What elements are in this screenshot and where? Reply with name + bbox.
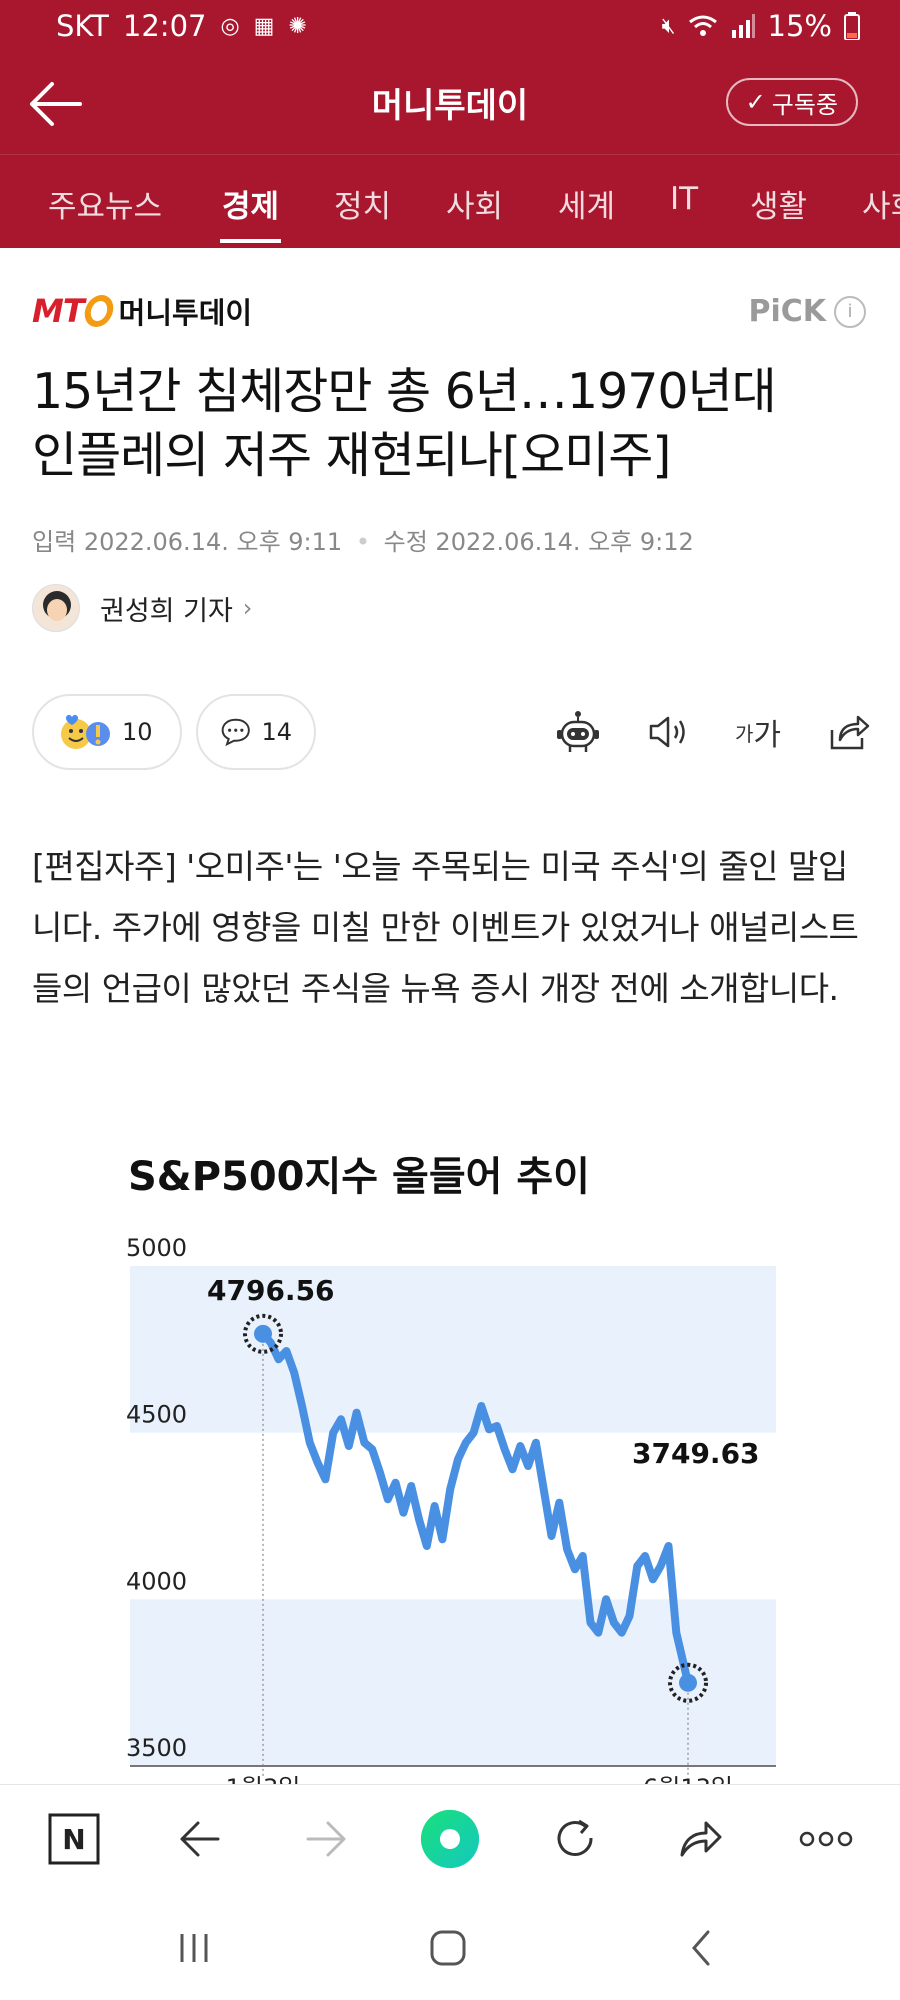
system-back-icon[interactable]	[686, 1928, 716, 1968]
article-dates: 입력 2022.06.14. 오후 9:11 • 수정 2022.06.14. …	[32, 522, 694, 557]
tab-politics[interactable]: 정치	[334, 181, 391, 226]
y-tick-label: 4500	[126, 1401, 187, 1429]
arrow-left-icon	[180, 1821, 220, 1857]
headline-line-1: 15년간 침체장만 총 6년…1970년대	[32, 363, 777, 420]
naver-home-button[interactable]: N	[44, 1809, 104, 1869]
reaction-emoji-icon	[61, 715, 110, 749]
font-size-big-label: 가	[753, 718, 781, 753]
battery-percent: 15%	[767, 9, 832, 43]
article-actions: 가가	[552, 706, 874, 758]
share-page-button[interactable]	[670, 1809, 730, 1869]
more-dots-icon	[799, 1831, 853, 1847]
sync-icon: ◎	[220, 13, 240, 39]
y-tick-label: 4000	[126, 1567, 187, 1595]
refresh-button[interactable]	[546, 1809, 606, 1869]
author-link[interactable]: 권성희 기자 ›	[32, 584, 252, 632]
browser-forward-button[interactable]	[296, 1809, 356, 1869]
tab-main-news[interactable]: 주요뉴스	[48, 181, 162, 226]
reaction-button[interactable]: 10	[32, 694, 182, 770]
more-button[interactable]	[796, 1809, 856, 1869]
data-label: 4796.56	[207, 1274, 335, 1307]
carrier-label: SKT	[56, 9, 109, 43]
y-tick-label: 3500	[126, 1734, 187, 1762]
arrow-right-icon	[306, 1821, 346, 1857]
data-label: 3749.63	[632, 1437, 760, 1470]
chart-title: S&P500지수 올들어 추이	[128, 1154, 590, 1200]
summary-robot-button[interactable]	[552, 706, 604, 758]
tab-economy[interactable]: 경제	[219, 181, 282, 243]
chart-bands	[130, 1266, 776, 1766]
tab-society[interactable]: 사회	[446, 181, 503, 226]
subscribe-label: 구독중	[771, 90, 838, 119]
share-icon	[830, 715, 870, 750]
clock: 12:07	[122, 9, 207, 43]
article-headline: 15년간 침체장만 총 6년…1970년대 인플레의 저주 재현되나[오미주]	[32, 360, 872, 488]
category-tabs: 주요뉴스 경제 정치 사회 세계 IT 생활 사회	[0, 154, 900, 248]
wifi-icon	[688, 15, 717, 36]
font-size-button[interactable]: 가가	[732, 706, 784, 758]
status-bar: SKT 12:07 ◎ ▦ ✺ 🔇︎ 15%	[0, 0, 900, 52]
tab-life[interactable]: 생활	[750, 181, 807, 226]
battery-icon	[844, 12, 860, 40]
naver-n-label: N	[62, 1823, 85, 1856]
robot-icon	[557, 711, 599, 752]
separator-dot: •	[355, 528, 370, 556]
comment-icon	[221, 718, 250, 747]
signal-icon	[731, 14, 755, 38]
home-icon[interactable]	[428, 1928, 468, 1968]
refresh-icon	[557, 1819, 593, 1856]
sp500-chart: S&P500지수 올들어 추이 5000 4500 4000 3500 1월3일 6월13…	[126, 1154, 776, 1784]
press-mark: MT	[32, 292, 85, 330]
reaction-count: 10	[122, 718, 153, 746]
x-tick-label: 1월3일	[226, 1774, 301, 1784]
pick-label: PiCK	[748, 294, 826, 329]
y-tick-label: 5000	[126, 1234, 187, 1262]
comment-button[interactable]: 14	[196, 694, 316, 770]
input-label: 입력	[32, 528, 77, 556]
input-date: 2022.06.14. 오후 9:11	[83, 528, 343, 556]
naver-n-icon: N	[48, 1813, 100, 1865]
app-bar: 머니투데이 ✓ 구독중	[0, 52, 900, 154]
system-nav-bar	[0, 1894, 900, 2000]
mute-icon: 🔇︎	[661, 13, 676, 39]
chevron-right-icon: ›	[242, 594, 253, 622]
headline-line-2: 인플레의 저주 재현되나[오미주]	[32, 427, 671, 484]
tab-society-2[interactable]: 사회	[862, 181, 900, 226]
press-mark-o	[81, 295, 116, 327]
speaker-icon	[649, 716, 685, 748]
recent-apps-icon[interactable]	[176, 1930, 212, 1966]
tab-world[interactable]: 세계	[558, 181, 615, 226]
avatar	[32, 584, 80, 632]
font-size-small-label: 가	[734, 721, 754, 746]
author-name: 권성희 기자	[100, 595, 233, 627]
text-to-speech-button[interactable]	[642, 706, 694, 758]
green-dot-button[interactable]	[420, 1809, 480, 1869]
press-name: 머니투데이	[118, 296, 253, 330]
share-arrow-icon	[680, 1821, 722, 1857]
highlight-point	[254, 1324, 272, 1343]
comment-count: 14	[261, 718, 292, 746]
browser-toolbar: N	[0, 1784, 900, 1894]
browser-back-button[interactable]	[170, 1809, 230, 1869]
starbucks-icon: ✺	[288, 13, 307, 39]
edit-date: 2022.06.14. 오후 9:12	[435, 528, 694, 556]
article-body: [편집자주] '오미주'는 '오늘 주목되는 미국 주식'의 줄인 말입니다. …	[32, 847, 859, 1008]
press-logo[interactable]: MT 머니투데이	[32, 290, 252, 332]
edit-label: 수정	[383, 528, 428, 556]
qr-icon: ▦	[253, 13, 275, 39]
green-dot-icon	[420, 1809, 480, 1869]
tab-it[interactable]: IT	[670, 181, 698, 217]
check-icon: ✓	[745, 88, 766, 116]
subscribe-button[interactable]: ✓ 구독중	[725, 78, 858, 126]
pick-badge[interactable]: PiCK i	[748, 294, 866, 329]
highlight-point	[679, 1673, 697, 1692]
x-tick-label: 6월13일	[643, 1774, 733, 1784]
info-icon[interactable]: i	[834, 295, 866, 328]
share-button[interactable]	[822, 706, 874, 758]
